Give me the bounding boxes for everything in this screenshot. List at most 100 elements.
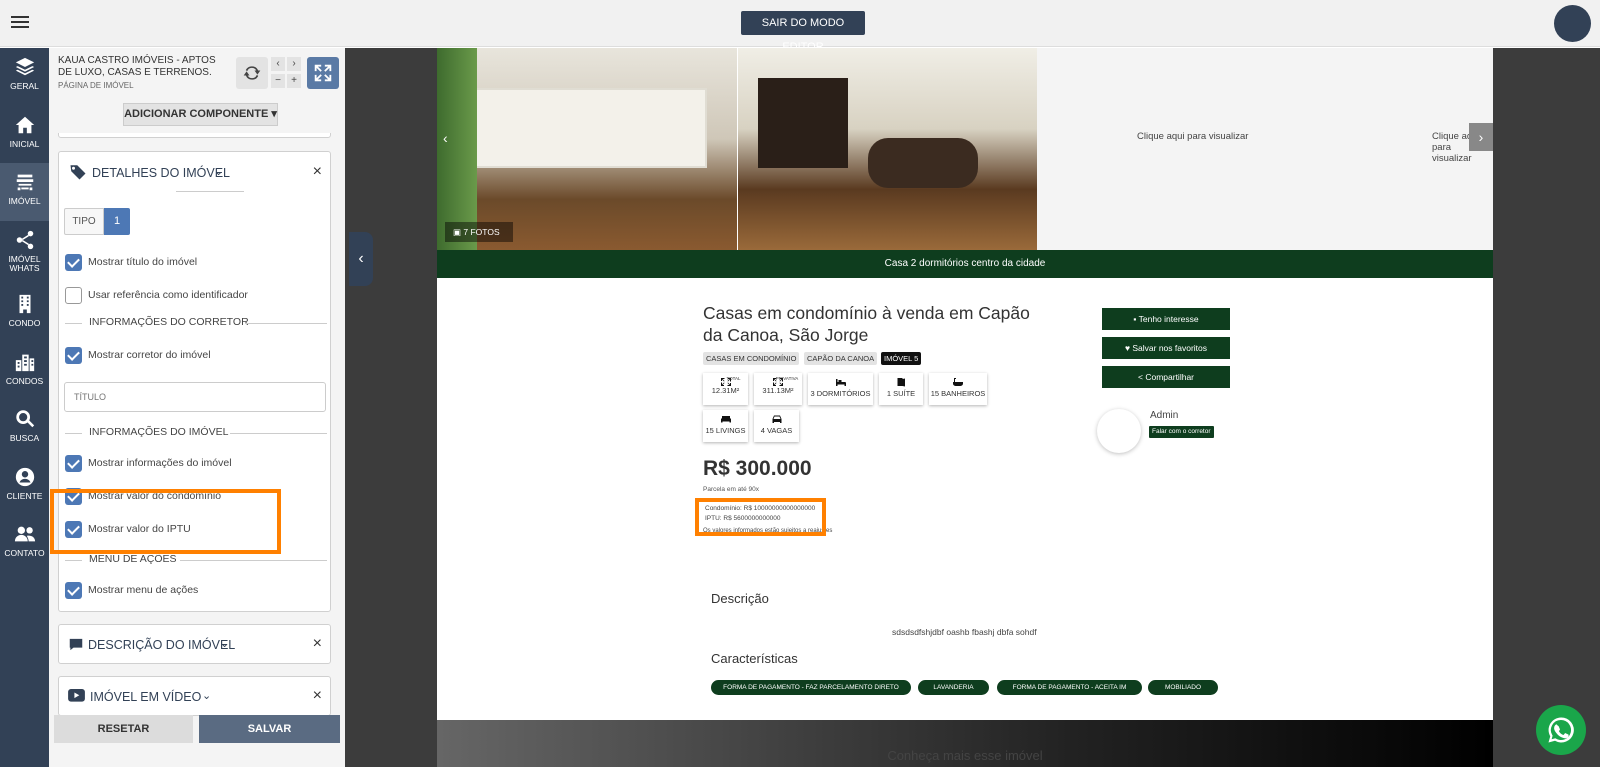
save-button[interactable]: SALVAR (199, 715, 340, 743)
favorite-button[interactable]: ♥ Salvar nos favoritos (1102, 337, 1230, 359)
chevron-down-icon[interactable]: ⌄ (220, 637, 229, 650)
reset-button[interactable]: RESETAR (54, 715, 193, 743)
description-card-title[interactable]: DESCRIÇÃO DO IMÓVEL (88, 638, 235, 652)
nav-item-condo[interactable]: CONDO (0, 285, 49, 341)
nav-item-inicial[interactable]: INICIAL (0, 106, 49, 162)
feature-value: 15 BANHEIROS (930, 389, 986, 398)
chevron-left-icon[interactable]: ‹ (271, 57, 285, 71)
installments-text: Parcela em até 90x (703, 486, 760, 493)
nav-item-condos[interactable]: CONDOS (0, 343, 49, 399)
title-input[interactable] (64, 382, 326, 412)
feature-value: 12.31M² (711, 386, 740, 395)
divider (230, 433, 327, 434)
page-preview: ‹ ▣ 7 FOTOS Clique aqui para visualizar … (437, 48, 1493, 767)
chevron-down-icon[interactable]: ⌄ (202, 689, 211, 702)
favorite-label: Salvar nos favoritos (1132, 343, 1208, 353)
show-title-checkbox[interactable]: Mostrar título do imóvel (65, 253, 197, 271)
nav-item-imovel-whats[interactable]: IMÓVEL WHATS (0, 221, 49, 283)
city-icon (15, 354, 34, 372)
collapse-panel-button[interactable]: ‹ (349, 232, 373, 286)
video-card-title[interactable]: IMÓVEL EM VÍDEO (90, 690, 201, 704)
close-icon[interactable]: × (313, 687, 322, 705)
nav-item-cliente[interactable]: CLIENTE (0, 458, 49, 514)
whatsapp-icon (1548, 717, 1574, 743)
agent-name: Admin (1150, 410, 1179, 421)
nav-label: INICIAL (9, 139, 40, 149)
zoom-out-icon[interactable]: − (271, 74, 285, 88)
tag-city[interactable]: CAPÃO DA CANOA (804, 352, 878, 365)
youtube-icon (68, 689, 85, 703)
interest-button[interactable]: ▪ Tenho interesse (1102, 308, 1230, 330)
zoom-in-icon[interactable]: + (287, 74, 301, 88)
users-icon (14, 526, 35, 542)
share-label: Compartilhar (1145, 372, 1194, 382)
show-actions-checkbox[interactable]: Mostrar menu de ações (65, 581, 198, 599)
sofa-icon (720, 416, 731, 423)
nav-label: CONDOS (5, 376, 44, 386)
gallery-photo[interactable]: ‹ ▣ 7 FOTOS (437, 48, 737, 250)
show-broker-checkbox[interactable]: Mostrar corretor do imóvel (65, 346, 211, 364)
checkbox-label: Mostrar corretor do imóvel (88, 349, 211, 361)
close-icon[interactable]: × (313, 635, 322, 653)
feature-chip: FORMA DE PAGAMENTO - ACEITA IM (997, 680, 1142, 695)
highlight-box-settings (50, 489, 281, 554)
add-component-select[interactable]: ADICIONAR COMPONENTE ▾ (123, 103, 278, 126)
expand-icon (314, 64, 332, 82)
whatsapp-button[interactable] (1536, 705, 1586, 755)
divider (180, 560, 327, 561)
nav-item-imovel[interactable]: IMÓVEL (0, 163, 49, 221)
nav-item-busca[interactable]: BUSCA (0, 400, 49, 456)
details-card-title[interactable]: DETALHES DO IMÓVEL (92, 166, 230, 180)
nav-label: IMÓVEL WHATS (8, 254, 41, 273)
checkbox-unchecked[interactable] (65, 286, 82, 304)
photo-hint: Clique aqui para visualizar (1137, 131, 1249, 142)
show-property-info-checkbox[interactable]: Mostrar informações do imóvel (65, 454, 232, 472)
nav-item-contato[interactable]: CONTATO (0, 515, 49, 571)
feature-chip: MOBILIADO (1148, 680, 1218, 695)
checkbox-checked[interactable] (65, 346, 82, 364)
characteristics-heading: Características (711, 651, 798, 666)
user-avatar[interactable] (1554, 5, 1591, 42)
use-ref-checkbox[interactable]: Usar referência como identificador (65, 286, 248, 304)
chat-with-agent-button[interactable]: Falar com o corretor (1149, 426, 1214, 438)
nav-item-geral[interactable]: GERAL (0, 48, 49, 104)
chevron-left-icon: ‹ (358, 250, 364, 267)
checkbox-checked[interactable] (65, 454, 82, 472)
chevron-left-icon[interactable]: ‹ (443, 130, 448, 146)
panel-header: KAUA CASTRO IMÓVEIS - APTOS DE LUXO, CAS… (49, 48, 345, 133)
section-label-text: MENU DE AÇÕES (89, 553, 177, 565)
photo-count-badge[interactable]: ▣ 7 FOTOS (445, 222, 513, 242)
close-icon[interactable]: × (313, 163, 322, 181)
divider (176, 191, 244, 192)
user-circle-icon (15, 467, 34, 487)
chevron-right-icon[interactable]: › (1469, 123, 1493, 151)
gallery-photo-faded[interactable]: Clique aqui para visualizar Clique aqui … (1037, 48, 1493, 250)
site-title: KAUA CASTRO IMÓVEIS - APTOS DE LUXO, CAS… (58, 55, 216, 78)
hamburger-menu-icon[interactable] (11, 13, 29, 31)
tags-icon (68, 163, 88, 181)
share-button[interactable]: < Compartilhar (1102, 366, 1230, 388)
feature-value: 15 LIVINGS (705, 426, 746, 435)
panel-scroll-area[interactable]: DETALHES DO IMÓVEL ⌄ × TIPO 1 Mostrar tí… (49, 133, 345, 767)
patio-furniture (868, 138, 978, 188)
description-card: DESCRIÇÃO DO IMÓVEL ⌄ × (58, 624, 331, 664)
nav-label: CLIENTE (6, 491, 43, 501)
checkbox-checked[interactable] (65, 581, 82, 599)
gallery-photo[interactable] (738, 48, 1037, 250)
door-icon (897, 378, 905, 387)
feature-chip: LAVANDERIA (918, 680, 989, 695)
tag-type[interactable]: CASAS EM CONDOMÍNIO (703, 352, 800, 365)
expand-button[interactable] (307, 57, 339, 89)
refresh-button[interactable] (236, 57, 268, 89)
exit-editor-button[interactable]: SAIR DO MODO EDITOR (741, 11, 865, 53)
section-label-text: INFORMAÇÕES DO IMÓVEL (89, 426, 229, 438)
feature-value: 4 VAGAS (760, 426, 793, 435)
feature-livings: 15 LIVINGS (703, 410, 748, 442)
chevron-right-icon[interactable]: › (287, 57, 301, 71)
checkbox-checked[interactable] (65, 253, 82, 271)
chat-icon: ▪ (1133, 314, 1137, 324)
property-title: Casas em condomínio à venda em Capão da … (703, 303, 1030, 345)
nav-label: GERAL (10, 81, 39, 91)
chevron-down-icon[interactable]: ⌄ (214, 165, 223, 178)
tipo-value-button[interactable]: 1 (104, 208, 130, 235)
